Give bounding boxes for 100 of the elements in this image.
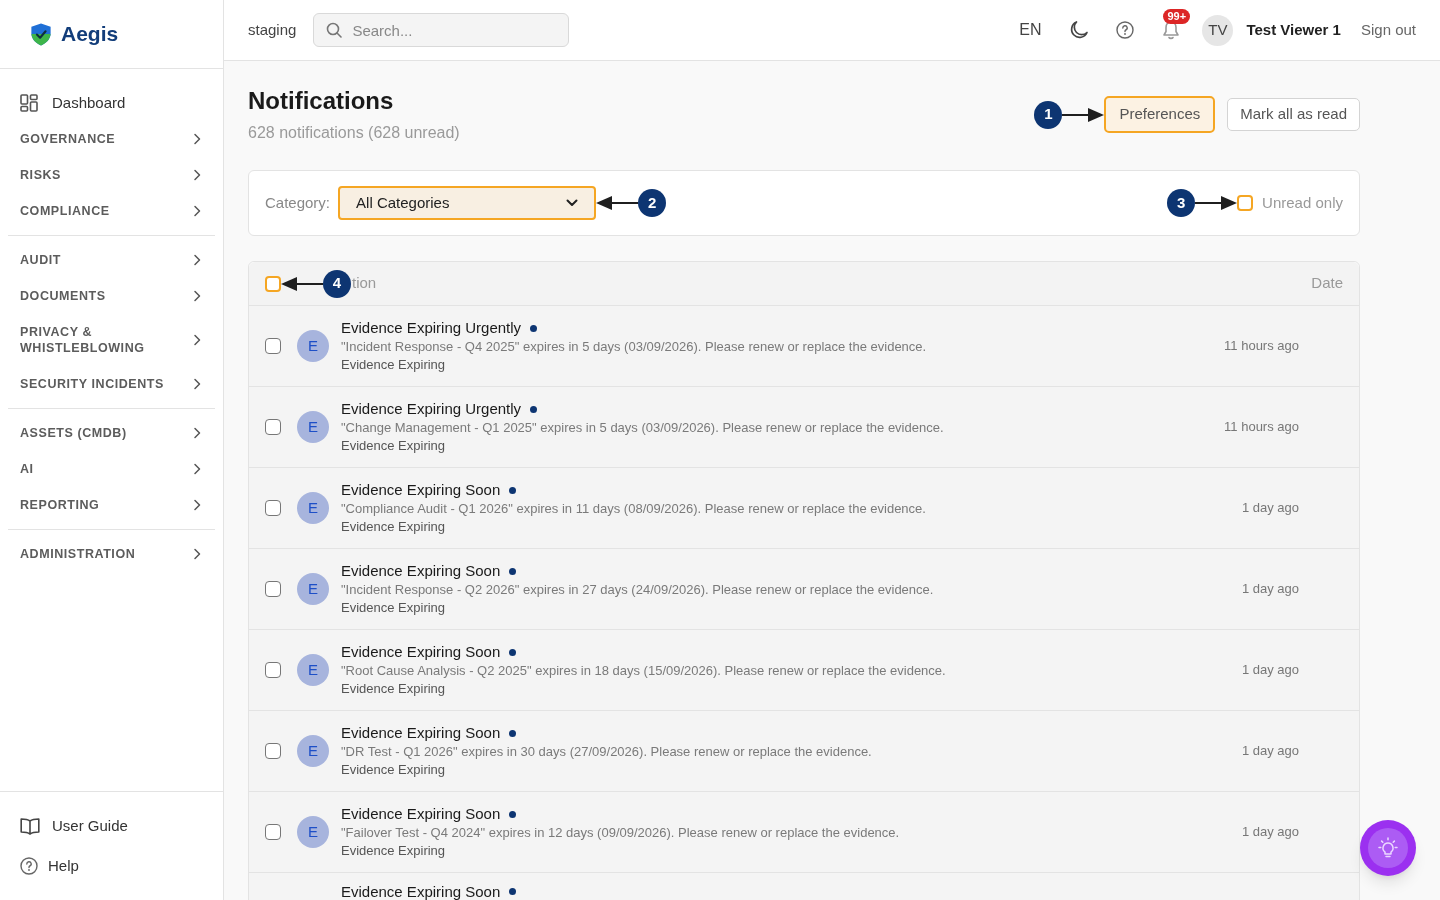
notification-category: Evidence Expiring [341,761,447,779]
notification-title[interactable]: Evidence Expiring Urgently [341,318,522,338]
notification-message: "Incident Response - Q2 2026" expires in 27 days (24/09/2026). Please renew or replace the evidence. [341,581,935,599]
unread-only-checkbox[interactable] [1237,195,1254,211]
notification-message: "Incident Response - Q4 2025" expires in 5 days (03/09/2026). Please renew or replace the evidence. [341,338,928,356]
column-heading: tion [352,273,377,294]
sidebar-item[interactable]: Dashboard [8,85,215,121]
row-checkbox[interactable] [265,662,281,678]
grid-icon [20,94,38,112]
notification-row[interactable]: E Evidence Expiring Urgently "Change Management - Q1 2025" expires in 5 days (03/09/2026). Please renew or replace the evidence. Evidence Expiring 11 hours ago [249,387,1359,468]
notification-title[interactable]: Evidence Expiring Soon [341,642,501,662]
chevron-down-icon [566,199,579,207]
category-select[interactable]: All Categories [338,186,597,220]
notification-time: 1 day ago [1241,499,1299,517]
shield-logo-icon [30,21,52,47]
notification-message: "Root Cause Analysis - Q2 2025" expires in 18 days (15/09/2026). Please renew or replace the evidence. [341,662,947,680]
row-checkbox[interactable] [265,419,281,435]
notification-message: "Compliance Audit - Q1 2026" expires in 11 days (08/09/2026). Please renew or replace the evidence. [341,500,927,518]
notification-time: 11 hours ago [1224,337,1299,355]
sidebar-section[interactable]: ADMINISTRATION [8,536,215,572]
bell-icon[interactable] [1162,20,1181,40]
help-icon[interactable] [1116,21,1135,39]
callout-number: 4 [323,269,351,298]
avatar: E [297,492,329,524]
sidebar-section[interactable]: SECURITY INCIDENTS [8,366,215,402]
search-field[interactable]: Search... [313,13,570,47]
notification-message: "Change Management - Q1 2025" expires in 5 days (03/09/2026). Please renew or replace the evidence. [341,419,945,437]
notification-time: 1 day ago [1241,742,1299,760]
notification-message: "Failover Test - Q4 2024" expires in 12 days (09/09/2026). Please renew or replace the evidence. [341,824,901,842]
sidebar-section[interactable]: PRIVACY & WHISTLEBLOWING [8,314,215,366]
notification-category: Evidence Expiring [341,680,447,698]
category-label: Category: [265,192,331,213]
callout-number: 1 [1034,100,1063,129]
notification-title[interactable]: Evidence Expiring Soon [341,723,501,743]
select-all-checkbox[interactable] [265,275,281,292]
row-checkbox[interactable] [265,500,281,516]
search-icon [326,22,343,38]
notification-row[interactable]: E Evidence Expiring Urgently "Incident Response - Q4 2025" expires in 5 days (03/09/2026). Please renew or replace the evidence. Evidence Expiring 11 hours ago [249,306,1359,387]
notification-row[interactable]: E Evidence Expiring Soon "DR Test - Q1 2026" expires in 30 days (27/09/2026). Please renew or replace the evidence. Evidence Expiring 1 day ago [249,711,1359,792]
page-title: Notifications [248,86,395,116]
user-name[interactable]: Test Viewer 1 [1246,18,1341,42]
sidebar-section[interactable]: ASSETS (CMDB) [8,415,215,451]
notification-time: 1 day ago [1241,823,1299,841]
callout-number: 3 [1167,189,1196,217]
notification-title[interactable]: Evidence Expiring Soon [341,804,501,824]
sidebar-section[interactable]: AI [8,451,215,487]
notification-row[interactable]: E Evidence Expiring Soon "Failover Test - Q4 2024" expires in 12 days (09/09/2026). Please renew or replace the evidence. Evidence Expiring 1 day ago [249,792,1359,873]
avatar: E [297,330,329,362]
user-avatar[interactable]: TV [1202,14,1234,46]
notification-row[interactable]: E Evidence Expiring Soon "Compliance Audit - Q1 2026" expires in 11 days (08/09/2026). Please renew or replace the evidence. Evidence Expiring 1 day ago [249,468,1359,549]
avatar: E [297,411,329,443]
avatar: E [297,816,329,848]
callout-arrow [1195,195,1238,211]
notification-title[interactable]: Evidence Expiring Soon [341,480,501,500]
notification-row[interactable]: E Evidence Expiring Soon "Incident Response - Q2 2026" expires in 27 days (24/09/2026). Please renew or replace the evidence. Evidence Expiring 1 day ago [249,549,1359,630]
sidebar-section[interactable]: GOVERNANCE [8,121,215,157]
notification-title[interactable]: Evidence Expiring Soon [341,883,501,900]
callout-arrow [596,195,639,211]
notification-time: 1 day ago [1241,661,1299,679]
sidebar-section[interactable]: DOCUMENTS [8,278,215,314]
callout-arrow [281,275,323,292]
moon-icon[interactable] [1069,20,1090,40]
avatar: E [297,573,329,605]
avatar: E [297,735,329,767]
page-subtitle: 628 notifications (628 unread) [248,123,460,143]
sidebar-section[interactable]: RISKS [8,157,215,193]
sidebar-link[interactable]: User Guide [20,806,203,846]
notification-count: 99+ [1163,9,1191,24]
language-selector[interactable]: EN [1019,18,1042,42]
notification-category: Evidence Expiring [341,437,447,455]
notification-row[interactable]: Evidence Expiring Soon [249,873,1359,900]
notification-time: 1 day ago [1241,580,1299,598]
preferences-button[interactable]: Preferences [1104,96,1216,133]
notification-category: Evidence Expiring [341,518,447,536]
sidebar-section[interactable]: AUDIT [8,242,215,278]
callout-arrow [1062,106,1105,123]
notification-category: Evidence Expiring [341,599,447,617]
notification-row[interactable]: E Evidence Expiring Soon "Root Cause Analysis - Q2 2025" expires in 18 days (15/09/2026). Please renew or replace the evidence. Evidence Expiring 1 day ago [249,630,1359,711]
sidebar-section[interactable]: COMPLIANCE [8,193,215,229]
book-icon [20,816,40,836]
notification-category: Evidence Expiring [341,842,447,860]
sidebar-link[interactable]: Help [20,846,203,886]
row-checkbox[interactable] [265,338,281,354]
column-heading: Date [1311,273,1343,294]
notification-title[interactable]: Evidence Expiring Urgently [341,399,522,419]
notification-title[interactable]: Evidence Expiring Soon [341,561,501,581]
row-checkbox[interactable] [265,743,281,759]
assistant-button[interactable] [1360,820,1416,876]
callout-number: 2 [638,189,667,217]
sidebar-section[interactable]: REPORTING [8,487,215,523]
row-checkbox[interactable] [265,824,281,840]
row-checkbox[interactable] [265,581,281,597]
app-name[interactable]: Aegis [61,18,119,50]
sign-out-link[interactable]: Sign out [1360,18,1416,42]
environment-label: staging [248,19,297,40]
notification-time: 11 hours ago [1224,418,1299,436]
avatar: E [297,654,329,686]
mark-all-read-button[interactable]: Mark all as read [1227,98,1360,131]
help-icon [20,857,38,875]
lightbulb-icon [1377,837,1399,859]
